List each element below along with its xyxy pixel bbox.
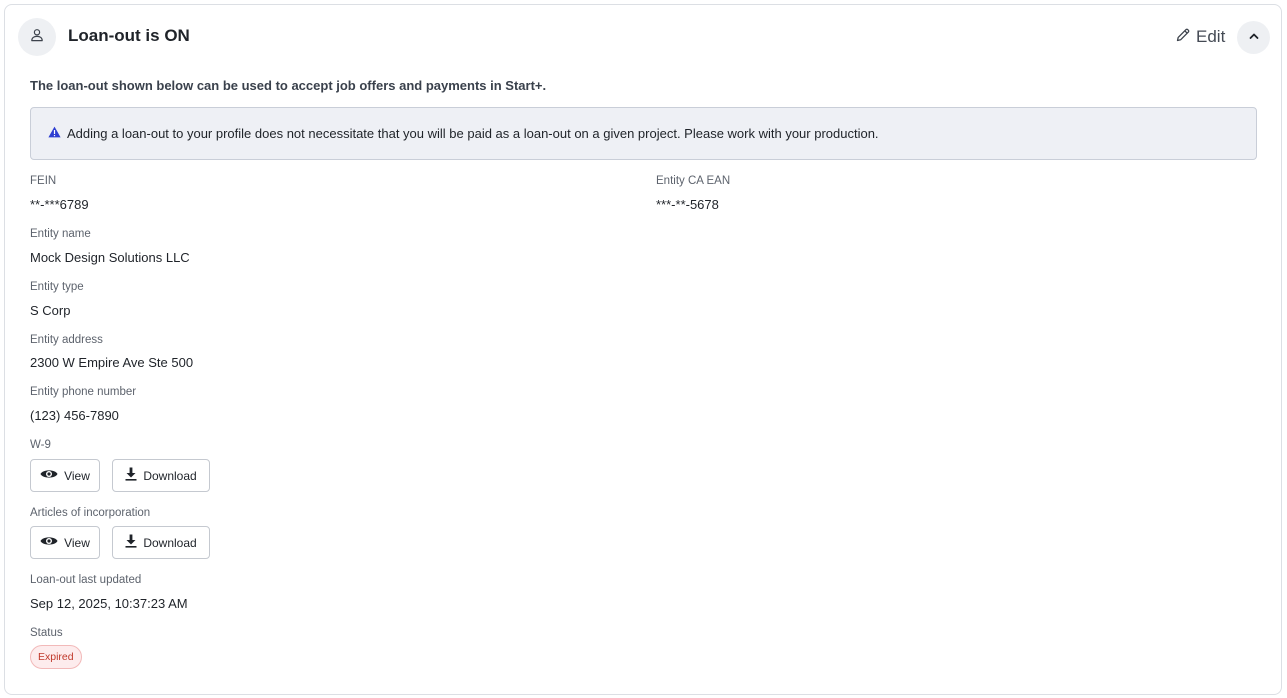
entity-address-value: 2300 W Empire Ave Ste 500 <box>30 355 194 370</box>
eye-icon <box>40 535 58 550</box>
entity-phone-label: Entity phone number <box>30 386 137 398</box>
last-updated-value: Sep 12, 2025, 10:37:23 AM <box>30 596 188 611</box>
loan-out-card: Loan-out is ON Edit The loan-out shown b… <box>4 4 1282 695</box>
ca-ean-label: Entity CA EAN <box>656 175 731 187</box>
entity-phone-value: (123) 456-7890 <box>30 408 119 423</box>
articles-view-label: View <box>64 535 90 550</box>
avatar <box>18 18 56 56</box>
chevron-up-icon <box>1248 29 1260 47</box>
warning-icon <box>48 126 61 141</box>
alert-message: Adding a loan-out to your profile does n… <box>67 126 879 141</box>
entity-name-value: Mock Design Solutions LLC <box>30 250 190 265</box>
page-title: Loan-out is ON <box>68 26 190 45</box>
ca-ean-value: ***-**-5678 <box>656 197 719 212</box>
edit-button[interactable]: Edit <box>1175 25 1225 49</box>
entity-type-label: Entity type <box>30 281 84 293</box>
user-icon <box>30 28 44 47</box>
fein-label: FEIN <box>30 175 57 187</box>
collapse-button[interactable] <box>1237 21 1270 54</box>
edit-label: Edit <box>1196 27 1226 46</box>
w9-download-button[interactable]: Download <box>112 459 210 492</box>
download-icon <box>125 467 137 484</box>
articles-download-button[interactable]: Download <box>112 526 210 559</box>
w9-download-label: Download <box>143 468 197 483</box>
entity-address-label: Entity address <box>30 334 103 346</box>
entity-type-value: S Corp <box>30 303 71 318</box>
w9-label: W-9 <box>30 439 51 451</box>
articles-download-label: Download <box>143 535 197 550</box>
articles-label: Articles of incorporation <box>30 507 151 519</box>
info-alert: Adding a loan-out to your profile does n… <box>30 107 1257 160</box>
articles-view-button[interactable]: View <box>30 526 100 559</box>
entity-name-label: Entity name <box>30 228 91 240</box>
intro-text: The loan-out shown below can be used to … <box>30 78 547 93</box>
status-label: Status <box>30 627 63 639</box>
eye-icon <box>40 468 58 483</box>
status-badge: Expired <box>30 645 82 669</box>
fein-value: **-***6789 <box>30 197 89 212</box>
w9-view-label: View <box>64 468 90 483</box>
last-updated-label: Loan-out last updated <box>30 574 142 586</box>
download-icon <box>125 534 137 551</box>
pencil-icon <box>1175 27 1191 48</box>
w9-view-button[interactable]: View <box>30 459 100 492</box>
